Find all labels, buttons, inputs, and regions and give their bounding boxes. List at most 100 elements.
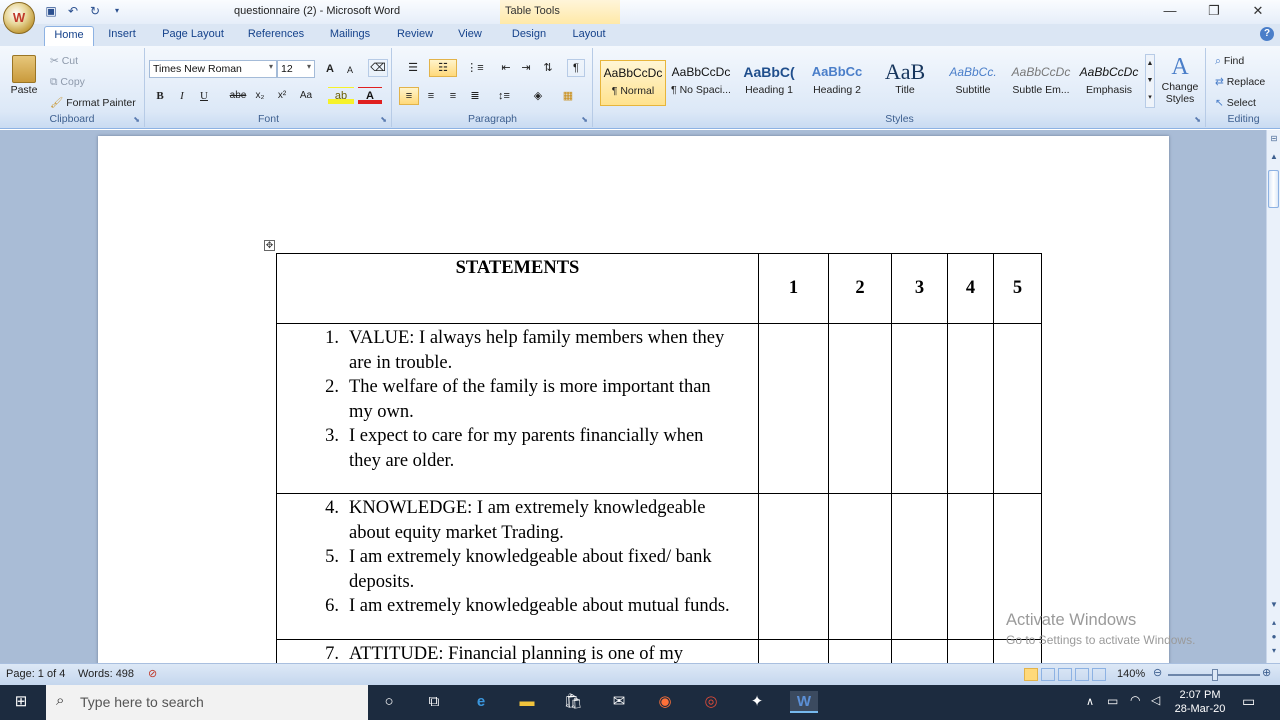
align-center-icon[interactable]: ≡: [421, 87, 441, 105]
table-move-handle-icon[interactable]: ✥: [264, 240, 275, 251]
replace-button[interactable]: ⇄ Replace: [1215, 76, 1265, 88]
tab-page-layout[interactable]: Page Layout: [157, 27, 229, 46]
dialog-launcher-icon[interactable]: ⬊: [1194, 115, 1201, 124]
font-size-box[interactable]: 12 ▾: [277, 60, 315, 78]
draft-icon[interactable]: [1092, 668, 1106, 681]
subscript-button[interactable]: x₂: [250, 87, 270, 105]
rating-cell[interactable]: [758, 493, 829, 640]
shading-icon[interactable]: ◈: [525, 87, 551, 105]
customize-qat-icon[interactable]: ▾: [110, 4, 124, 18]
increase-indent-icon[interactable]: ⇥: [517, 59, 535, 77]
borders-icon[interactable]: ▦: [555, 87, 581, 105]
style-heading-1[interactable]: AaBbC(Heading 1: [736, 60, 802, 106]
find-button[interactable]: ⌕ Find: [1215, 55, 1244, 68]
tab-insert[interactable]: Insert: [100, 27, 144, 46]
volume-icon[interactable]: ◁: [1151, 693, 1160, 707]
help-icon[interactable]: ?: [1260, 27, 1274, 41]
show-hide-button[interactable]: ¶: [567, 59, 585, 77]
style-emphasis[interactable]: AaBbCcDc Emphasis: [1076, 60, 1142, 106]
notifications-icon[interactable]: ▭: [1242, 693, 1255, 710]
header-statements[interactable]: STATEMENTS: [276, 253, 759, 324]
zoom-slider-thumb[interactable]: [1212, 669, 1218, 681]
shrink-font-button[interactable]: A: [342, 61, 358, 79]
battery-icon[interactable]: ▭: [1107, 694, 1118, 708]
style-subtle-emphasis[interactable]: AaBbCcDc Subtle Em...: [1008, 60, 1074, 106]
web-layout-icon[interactable]: [1058, 668, 1072, 681]
strikethrough-button[interactable]: abe: [226, 87, 250, 105]
ruler-toggle-icon[interactable]: ⊟: [1267, 134, 1280, 143]
style-heading-2[interactable]: AaBbCc Heading 2: [804, 60, 870, 106]
office-button[interactable]: W: [3, 2, 35, 34]
full-screen-reading-icon[interactable]: [1041, 668, 1055, 681]
line-spacing-icon[interactable]: ↕≡: [491, 87, 517, 105]
mail-icon[interactable]: ✉: [608, 691, 630, 713]
next-page-icon[interactable]: ▾: [1267, 646, 1280, 655]
scrollbar-thumb[interactable]: [1268, 170, 1279, 208]
minimize-button[interactable]: —: [1148, 0, 1192, 24]
store-icon[interactable]: 🛍: [562, 691, 584, 713]
save-icon[interactable]: ▣: [44, 4, 58, 18]
rating-cell[interactable]: [947, 493, 994, 640]
rating-cell[interactable]: [947, 323, 994, 494]
font-name-box[interactable]: Times New Roman ▾: [149, 60, 277, 78]
edge-icon[interactable]: e: [470, 691, 492, 713]
tab-design[interactable]: Design: [504, 27, 554, 46]
change-styles-button[interactable]: A Change Styles: [1156, 52, 1204, 112]
dialog-launcher-icon[interactable]: ⬊: [380, 115, 387, 124]
zoom-level[interactable]: 140%: [1117, 668, 1145, 680]
rating-cell[interactable]: [758, 639, 829, 663]
zoom-slider[interactable]: [1168, 669, 1260, 681]
undo-icon[interactable]: ↶: [66, 4, 80, 18]
grow-font-button[interactable]: A: [321, 60, 339, 78]
style-no-spacing[interactable]: AaBbCcDc ¶ No Spaci...: [668, 60, 734, 106]
proofing-icon[interactable]: ⊘: [148, 667, 157, 680]
browse-object-icon[interactable]: ●: [1267, 632, 1280, 641]
copy-button[interactable]: ⧉ Copy: [50, 76, 85, 89]
rating-cell[interactable]: [828, 493, 892, 640]
align-right-icon[interactable]: ≡: [443, 87, 463, 105]
style-subtitle[interactable]: AaBbCc. Subtitle: [940, 60, 1006, 106]
format-painter-button[interactable]: 🖌 Format Painter: [50, 96, 136, 109]
rating-cell[interactable]: [828, 639, 892, 663]
clock[interactable]: 2:07 PM 28-Mar-20: [1168, 688, 1232, 716]
taskbar-search-box[interactable]: ⌕ Type here to search: [46, 685, 368, 720]
word-count[interactable]: Words: 498: [78, 668, 134, 680]
underline-button[interactable]: U: [194, 87, 214, 105]
header-scale-3[interactable]: 3: [891, 253, 948, 324]
dialog-launcher-icon[interactable]: ⬊: [581, 115, 588, 124]
styles-scroll-icon[interactable]: ▲ ▼ ▾: [1145, 54, 1155, 108]
style-title[interactable]: AaB Title: [872, 60, 938, 106]
print-layout-icon[interactable]: [1024, 668, 1038, 681]
numbering-icon[interactable]: ☷: [429, 59, 457, 77]
paste-button[interactable]: Paste: [6, 52, 42, 104]
firefox-icon[interactable]: ◉: [654, 691, 676, 713]
file-explorer-icon[interactable]: ▬: [516, 691, 538, 713]
statement-cell[interactable]: 4. KNOWLEDGE: I am extremely knowledgeabl…: [276, 493, 759, 640]
network-icon[interactable]: ◠: [1130, 693, 1140, 707]
highlight-icon[interactable]: ab: [328, 87, 354, 105]
show-hidden-icons-icon[interactable]: ∧: [1086, 695, 1094, 708]
rating-cell[interactable]: [891, 323, 948, 494]
rating-cell[interactable]: [891, 639, 948, 663]
sort-icon[interactable]: ⇅: [539, 59, 557, 77]
previous-page-icon[interactable]: ▴: [1267, 618, 1280, 627]
tab-layout[interactable]: Layout: [566, 27, 612, 46]
cut-button[interactable]: ✂ Cut: [50, 55, 78, 67]
rating-cell[interactable]: [891, 493, 948, 640]
page-indicator[interactable]: Page: 1 of 4: [6, 668, 65, 680]
font-color-icon[interactable]: A: [358, 87, 382, 105]
rating-cell[interactable]: [758, 323, 829, 494]
bold-button[interactable]: B: [150, 87, 170, 105]
redo-icon[interactable]: ↻: [88, 4, 102, 18]
rating-cell[interactable]: [828, 323, 892, 494]
statement-cell[interactable]: 1. VALUE: I always help family members wh…: [276, 323, 759, 494]
align-left-icon[interactable]: ≡: [399, 87, 419, 105]
windows-start-icon[interactable]: ⊞: [10, 691, 32, 713]
app-icon[interactable]: ✦: [746, 691, 768, 713]
bullets-icon[interactable]: ☰: [399, 59, 427, 77]
multilevel-list-icon[interactable]: ⋮≡: [461, 59, 489, 77]
document-area[interactable]: ✥ STATEMENTS 1 2 3 4 5 1. VALUE: I always…: [0, 130, 1266, 663]
questionnaire-table[interactable]: STATEMENTS 1 2 3 4 5 1. VALUE: I always h…: [276, 253, 1042, 663]
rating-cell[interactable]: [993, 323, 1042, 494]
rating-cell[interactable]: [947, 639, 994, 663]
